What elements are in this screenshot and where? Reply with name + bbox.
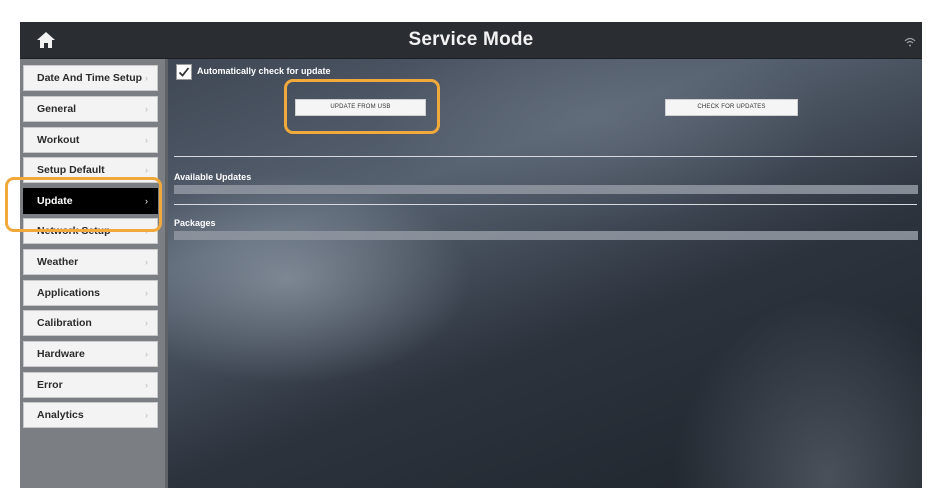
chevron-right-icon: › — [145, 135, 148, 145]
chevron-right-icon: › — [145, 349, 148, 359]
check-for-updates-button[interactable]: CHECK FOR UPDATES — [665, 99, 798, 116]
sidebar-item-label: Error — [37, 379, 63, 391]
sidebar-item-network-setup[interactable]: Network Setup › — [23, 218, 158, 244]
chevron-right-icon: › — [145, 165, 148, 175]
chevron-right-icon: › — [145, 288, 148, 298]
sidebar-item-workout[interactable]: Workout › — [23, 127, 158, 153]
sidebar-item-label: Calibration — [37, 317, 92, 329]
page-title: Service Mode — [408, 29, 534, 50]
sidebar-item-label: Date And Time Setup — [37, 72, 143, 84]
sidebar-item-label: Applications — [37, 287, 101, 299]
chevron-right-icon: › — [145, 104, 148, 114]
title-bar: Service Mode — [20, 22, 922, 59]
sidebar-item-update[interactable]: Update › — [23, 188, 158, 214]
chevron-right-icon: › — [145, 410, 148, 420]
chevron-right-icon: › — [145, 196, 148, 206]
update-panel: Automatically check for update UPDATE FR… — [168, 59, 922, 488]
sidebar-item-label: Hardware — [37, 348, 85, 360]
auto-check-label: Automatically check for update — [197, 66, 331, 76]
update-from-usb-button[interactable]: UPDATE FROM USB — [295, 99, 426, 116]
wifi-icon — [904, 34, 916, 47]
sidebar-item-general[interactable]: General › — [23, 96, 158, 122]
available-updates-label: Available Updates — [174, 172, 252, 182]
available-updates-list[interactable] — [174, 185, 918, 194]
sidebar-item-label: General — [37, 103, 77, 115]
packages-list[interactable] — [174, 231, 918, 240]
sidebar-item-applications[interactable]: Applications › — [23, 280, 158, 306]
sidebar-item-weather[interactable]: Weather › — [23, 249, 158, 275]
auto-check-checkbox[interactable] — [176, 64, 192, 80]
sidebar-item-label: Weather — [37, 256, 79, 268]
sidebar-item-hardware[interactable]: Hardware › — [23, 341, 158, 367]
divider — [174, 204, 917, 205]
chevron-right-icon: › — [145, 73, 148, 83]
sidebar-item-label: Analytics — [37, 409, 84, 421]
sidebar-item-label: Setup Default — [37, 164, 105, 176]
sidebar-item-label: Workout — [37, 134, 80, 146]
service-mode-screen: Service Mode Date And Time Setup › General… — [20, 22, 922, 488]
sidebar: Date And Time Setup › General › Workout › Setu… — [20, 59, 168, 488]
chevron-right-icon: › — [145, 226, 148, 236]
sidebar-item-error[interactable]: Error › — [23, 372, 158, 398]
sidebar-item-date-and-time-setup[interactable]: Date And Time Setup › — [23, 65, 158, 91]
chevron-right-icon: › — [145, 257, 148, 267]
sidebar-item-label: Network Setup — [37, 225, 111, 237]
sidebar-item-analytics[interactable]: Analytics › — [23, 402, 158, 428]
sidebar-item-calibration[interactable]: Calibration › — [23, 310, 158, 336]
divider — [174, 156, 917, 157]
sidebar-item-label: Update — [37, 195, 73, 207]
chevron-right-icon: › — [145, 380, 148, 390]
packages-label: Packages — [174, 218, 216, 228]
checkmark-icon — [178, 67, 190, 77]
chevron-right-icon: › — [145, 318, 148, 328]
sidebar-item-setup-default[interactable]: Setup Default › — [23, 157, 158, 183]
